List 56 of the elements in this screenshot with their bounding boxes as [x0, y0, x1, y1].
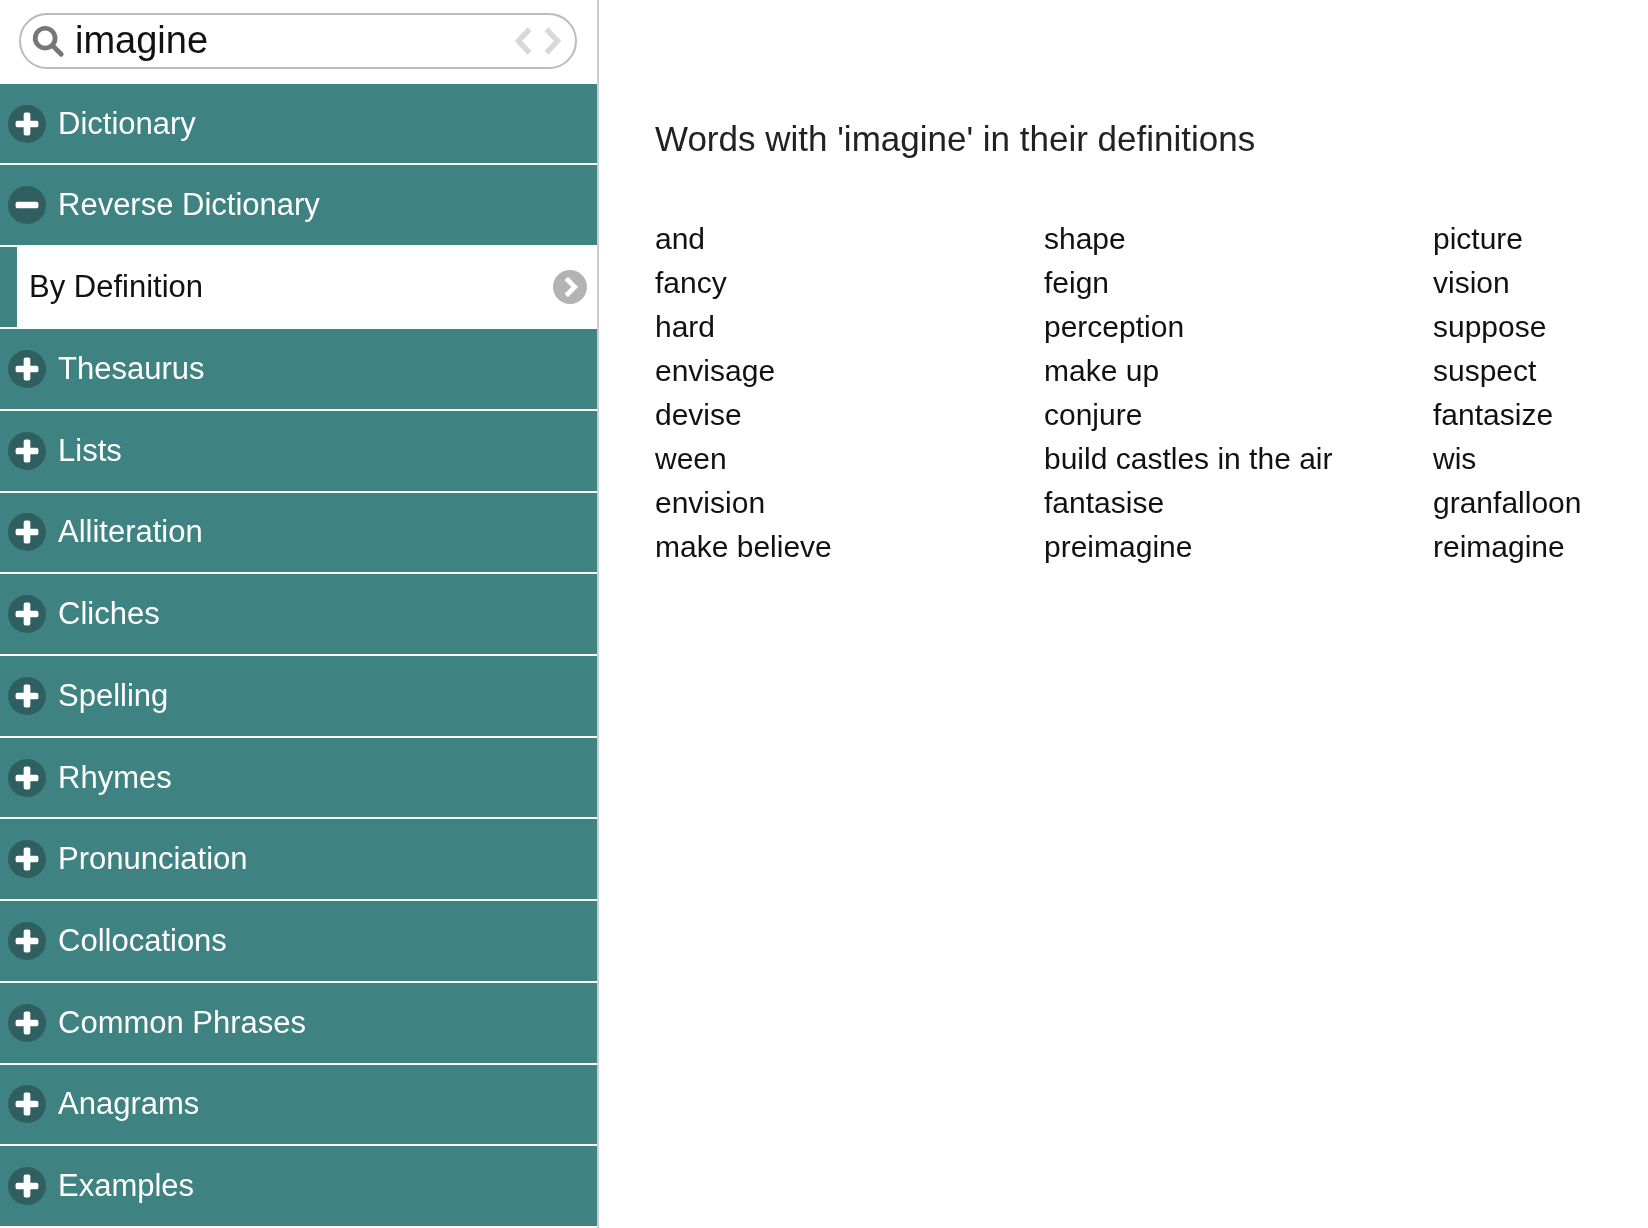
word-link[interactable]: fantasize	[1433, 393, 1554, 437]
word-link[interactable]: preimagine	[1044, 525, 1193, 569]
section-label: Spelling	[58, 677, 169, 714]
word-link[interactable]: envisage	[655, 349, 776, 393]
word-link[interactable]: suspect	[1433, 349, 1537, 393]
word-link[interactable]: make up	[1044, 349, 1160, 393]
section-label: Reverse Dictionary	[58, 187, 320, 224]
sidebar-section[interactable]: Anagrams	[0, 1064, 597, 1147]
word-link[interactable]: vision	[1433, 261, 1510, 305]
word-link[interactable]: and	[655, 217, 706, 261]
sidebar-section[interactable]: Cliches	[0, 574, 597, 656]
sidebar-section[interactable]: Examples	[0, 1146, 597, 1228]
section-label: Dictionary	[58, 105, 196, 142]
sidebar-subitem[interactable]: By Definition	[17, 247, 597, 328]
word-link[interactable]: devise	[655, 393, 742, 437]
sidebar-section[interactable]: Rhymes	[0, 737, 597, 820]
sidebar-section[interactable]: Lists	[0, 410, 597, 493]
sidebar-section[interactable]: Pronunciation	[0, 819, 597, 902]
word-link[interactable]: reimagine	[1433, 525, 1565, 569]
sidebar-section[interactable]: Reverse Dictionary	[0, 165, 597, 248]
sidebar-section[interactable]: Alliteration	[0, 492, 597, 575]
section-label: Cliches	[58, 596, 160, 633]
word-link[interactable]: hard	[655, 305, 716, 349]
search-field[interactable]: imagine	[19, 12, 577, 69]
word-link[interactable]: build castles in the air	[1044, 437, 1333, 481]
word-link[interactable]: ween	[655, 437, 727, 481]
section-label: Anagrams	[58, 1086, 200, 1123]
section-label: Collocations	[58, 923, 227, 960]
sidebar-section[interactable]: Thesaurus	[0, 329, 597, 411]
section-label: Examples	[58, 1168, 195, 1205]
word-link[interactable]: fantasise	[1044, 481, 1165, 525]
word-link[interactable]: fancy	[655, 261, 727, 305]
word-link[interactable]: make believe	[655, 525, 832, 569]
sidebar-section[interactable]: Spelling	[0, 656, 597, 738]
word-link[interactable]: envision	[655, 481, 766, 525]
chevron-icon	[553, 270, 587, 305]
results-heading: Words with 'imagine' in their definitions	[655, 119, 1257, 159]
search-icon	[31, 23, 65, 58]
sidebar-section[interactable]: Common Phrases	[0, 982, 597, 1065]
word-link[interactable]: feign	[1044, 261, 1110, 305]
word-link[interactable]: shape	[1044, 217, 1126, 261]
section-label: Lists	[58, 432, 122, 469]
section-label: Rhymes	[58, 759, 172, 796]
word-link[interactable]: suppose	[1433, 305, 1547, 349]
sidebar-section[interactable]: Dictionary	[0, 83, 597, 166]
section-label: Pronunciation	[58, 841, 248, 878]
word-link[interactable]: picture	[1433, 217, 1524, 261]
section-label: Common Phrases	[58, 1004, 307, 1041]
sidebar-section[interactable]: Collocations	[0, 901, 597, 983]
search-input[interactable]: imagine	[71, 19, 507, 63]
section-label: Alliteration	[58, 514, 203, 551]
word-link[interactable]: perception	[1044, 305, 1185, 349]
word-link[interactable]: granfalloon	[1433, 481, 1582, 525]
section-label: Thesaurus	[58, 351, 205, 387]
word-link[interactable]: wis	[1433, 437, 1477, 481]
word-link[interactable]: conjure	[1044, 393, 1143, 437]
